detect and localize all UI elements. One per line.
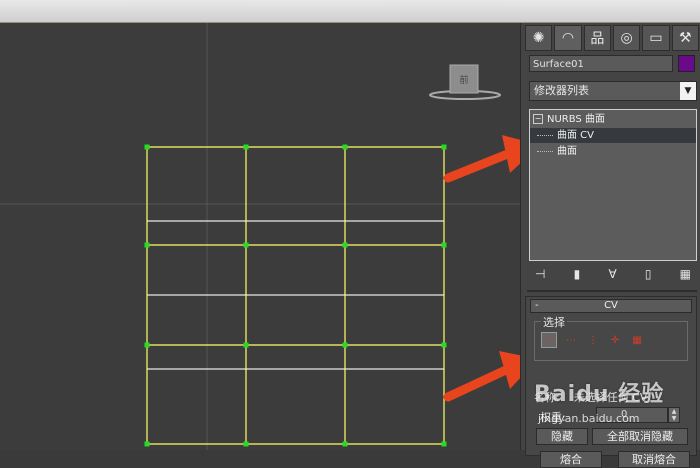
watermark-brand: Baidu 经验	[534, 382, 665, 407]
annotation-arrow-upper	[443, 135, 520, 183]
stack-item-surface-cv[interactable]: 曲面 CV	[530, 128, 696, 143]
viewport-front[interactable]: 前	[0, 23, 520, 450]
display-tab[interactable]: ▭	[642, 25, 670, 51]
control-vertex[interactable]	[342, 342, 348, 348]
annotation-arrow-lower	[443, 351, 520, 402]
control-vertex[interactable]	[243, 144, 249, 150]
control-vertex[interactable]	[243, 242, 249, 248]
motion-icon: ◎	[620, 30, 633, 46]
control-vertex[interactable]	[144, 242, 150, 248]
control-vertex[interactable]	[243, 441, 249, 447]
row-cv-select-icon[interactable]: ⋯	[563, 332, 579, 348]
object-color-swatch[interactable]	[678, 55, 695, 72]
make-unique-icon[interactable]: ∀	[608, 267, 616, 281]
control-vertex[interactable]	[144, 342, 150, 348]
nurbs-surface-lattice[interactable]	[144, 144, 447, 447]
modify-tab[interactable]: ◠	[554, 25, 582, 51]
row-column-cv-select-icon[interactable]: ✛	[607, 332, 623, 348]
configure-sets-icon[interactable]: ▦	[680, 267, 691, 281]
control-vertex[interactable]	[441, 144, 447, 150]
pin-stack-icon[interactable]: ⊣	[535, 267, 545, 281]
modifier-list-label: 修改器列表	[534, 84, 589, 97]
motion-tab[interactable]: ◎	[612, 25, 641, 51]
remove-modifier-icon[interactable]: ▯	[645, 267, 652, 281]
column-cv-select-icon[interactable]: ⋮	[585, 332, 601, 348]
control-vertex[interactable]	[441, 342, 447, 348]
modifier-stack[interactable]: − NURBS 曲面 曲面 CV 曲面	[529, 109, 697, 261]
hierarchy-icon: 品	[590, 31, 605, 47]
cv-rollout-header[interactable]: - CV	[530, 299, 692, 313]
create-tab[interactable]: ✺	[525, 25, 553, 51]
control-vertex[interactable]	[144, 441, 150, 447]
control-vertex[interactable]	[441, 242, 447, 248]
object-name-field[interactable]: Surface01	[529, 55, 673, 72]
modifier-list-dropdown[interactable]: 修改器列表 ▼	[529, 81, 697, 101]
control-vertex[interactable]	[144, 144, 150, 150]
stack-item-nurbs-surface[interactable]: − NURBS 曲面	[530, 112, 696, 127]
show-end-result-icon[interactable]: ▮	[574, 267, 581, 281]
chevron-down-icon[interactable]: ▼	[680, 82, 696, 100]
stack-item-surface[interactable]: 曲面	[530, 144, 696, 159]
hierarchy-tab[interactable]: 品	[583, 25, 611, 51]
control-vertex[interactable]	[342, 242, 348, 248]
command-panel-tabs: ✺ ◠ 品 ◎ ▭ ⚒	[525, 25, 699, 51]
single-cv-select-icon[interactable]: ⁙	[541, 332, 557, 348]
baidu-watermark: Baidu 经验 jingyan.baidu.com	[534, 372, 694, 432]
utilities-tab[interactable]: ⚒	[671, 25, 699, 51]
watermark-url: jingyan.baidu.com	[538, 412, 640, 425]
fuse-button[interactable]: 熔合	[540, 451, 602, 468]
tree-connector	[537, 134, 553, 136]
unfuse-button[interactable]: 取消熔合	[618, 451, 690, 468]
all-cv-select-icon[interactable]: ▦	[629, 332, 645, 348]
viewcube-label: 前	[459, 74, 468, 86]
control-vertex[interactable]	[441, 441, 447, 447]
control-vertex[interactable]	[342, 144, 348, 150]
title-bar	[0, 0, 700, 23]
viewcube[interactable]: 前	[429, 64, 501, 100]
tree-connector	[537, 150, 553, 152]
selection-group-label: 选择	[541, 314, 567, 330]
control-vertex[interactable]	[342, 441, 348, 447]
modify-curve-icon: ◠	[561, 30, 575, 46]
monitor-icon: ▭	[649, 30, 663, 46]
divider	[527, 290, 697, 292]
collapse-icon[interactable]: −	[533, 114, 543, 124]
sun-icon: ✺	[532, 30, 545, 46]
stack-toolbar: ⊣ ▮ ∀ ▯ ▦	[529, 263, 697, 285]
control-vertex[interactable]	[243, 342, 249, 348]
selection-group: 选择 ⁙ ⋯ ⋮ ✛ ▦	[534, 314, 688, 361]
hammer-icon: ⚒	[679, 30, 692, 46]
